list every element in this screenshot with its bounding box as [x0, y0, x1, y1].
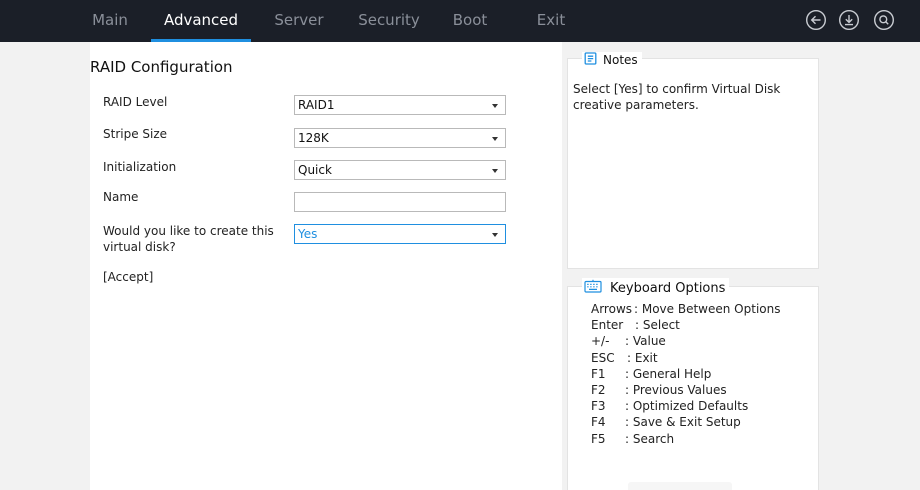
download-icon[interactable] — [838, 9, 860, 31]
name-input[interactable] — [294, 192, 506, 212]
create-disk-value: Yes — [298, 227, 318, 241]
notes-header: Notes — [582, 52, 642, 68]
key-desc: : Optimized Defaults — [625, 399, 749, 414]
tab-boot[interactable]: Boot — [444, 0, 496, 42]
chevron-down-icon — [492, 104, 498, 108]
chevron-down-icon — [492, 169, 498, 173]
tab-server[interactable]: Server — [265, 0, 333, 42]
back-icon[interactable] — [805, 9, 827, 31]
tab-security[interactable]: Security — [349, 0, 429, 42]
stripe-size-label: Stripe Size — [103, 127, 168, 141]
chevron-down-icon — [492, 137, 498, 141]
tab-exit[interactable]: Exit — [527, 0, 575, 42]
stripe-size-select[interactable]: 128K — [294, 128, 506, 148]
initialization-select[interactable]: Quick — [294, 160, 506, 180]
notes-icon — [584, 52, 597, 68]
search-icon[interactable] — [873, 9, 895, 31]
notes-text: Select [Yes] to confirm Virtual Disk cre… — [573, 82, 781, 112]
keyboard-options-panel: Keyboard Options Arrows : Move Between O… — [567, 278, 819, 490]
panel-footer-tab — [628, 482, 732, 490]
notes-panel: Notes Select [Yes] to confirm Virtual Di… — [567, 52, 819, 269]
key-label: Arrows — [591, 302, 633, 316]
accept-button[interactable]: [Accept] — [103, 269, 153, 285]
tab-main[interactable]: Main — [81, 0, 139, 42]
notes-title: Notes — [603, 53, 638, 67]
stripe-size-value: 128K — [298, 131, 329, 145]
tab-advanced[interactable]: Advanced — [151, 0, 251, 42]
key-label: F2 — [591, 382, 606, 397]
keyboard-options-header: Keyboard Options — [582, 278, 730, 298]
raid-config-panel: RAID Configuration RAID Level RAID1 Stri… — [90, 42, 562, 490]
raid-level-select[interactable]: RAID1 — [294, 95, 506, 115]
keyboard-icon — [584, 279, 602, 297]
key-desc: : Save & Exit Setup — [625, 415, 741, 430]
raid-level-label: RAID Level — [103, 95, 168, 109]
page-title: RAID Configuration — [90, 58, 233, 76]
keyboard-options-title: Keyboard Options — [610, 280, 726, 296]
name-label: Name — [103, 190, 139, 204]
key-desc: : Exit — [627, 350, 658, 365]
key-label: F4 — [591, 415, 606, 430]
create-disk-label: Would you like to create this virtual di… — [103, 224, 274, 254]
key-label: ESC — [591, 350, 615, 365]
key-desc: : Previous Values — [625, 382, 727, 397]
key-desc: : Select — [635, 318, 680, 333]
top-nav-bar: Main Advanced Server Security Boot Exit — [0, 0, 920, 42]
initialization-label: Initialization — [103, 160, 177, 174]
key-desc: : General Help — [625, 366, 712, 381]
key-desc: : Value — [625, 334, 666, 349]
key-desc: : Search — [625, 431, 675, 446]
create-disk-select[interactable]: Yes — [294, 224, 506, 244]
key-label: Enter — [591, 318, 624, 333]
key-desc: : Move Between Options — [634, 302, 781, 316]
initialization-value: Quick — [298, 163, 332, 177]
key-label: F1 — [591, 366, 606, 381]
key-label: F3 — [591, 399, 606, 414]
raid-level-value: RAID1 — [298, 98, 335, 112]
key-label: +/- — [591, 334, 610, 349]
chevron-down-icon — [492, 233, 498, 237]
key-label: F5 — [591, 431, 606, 446]
